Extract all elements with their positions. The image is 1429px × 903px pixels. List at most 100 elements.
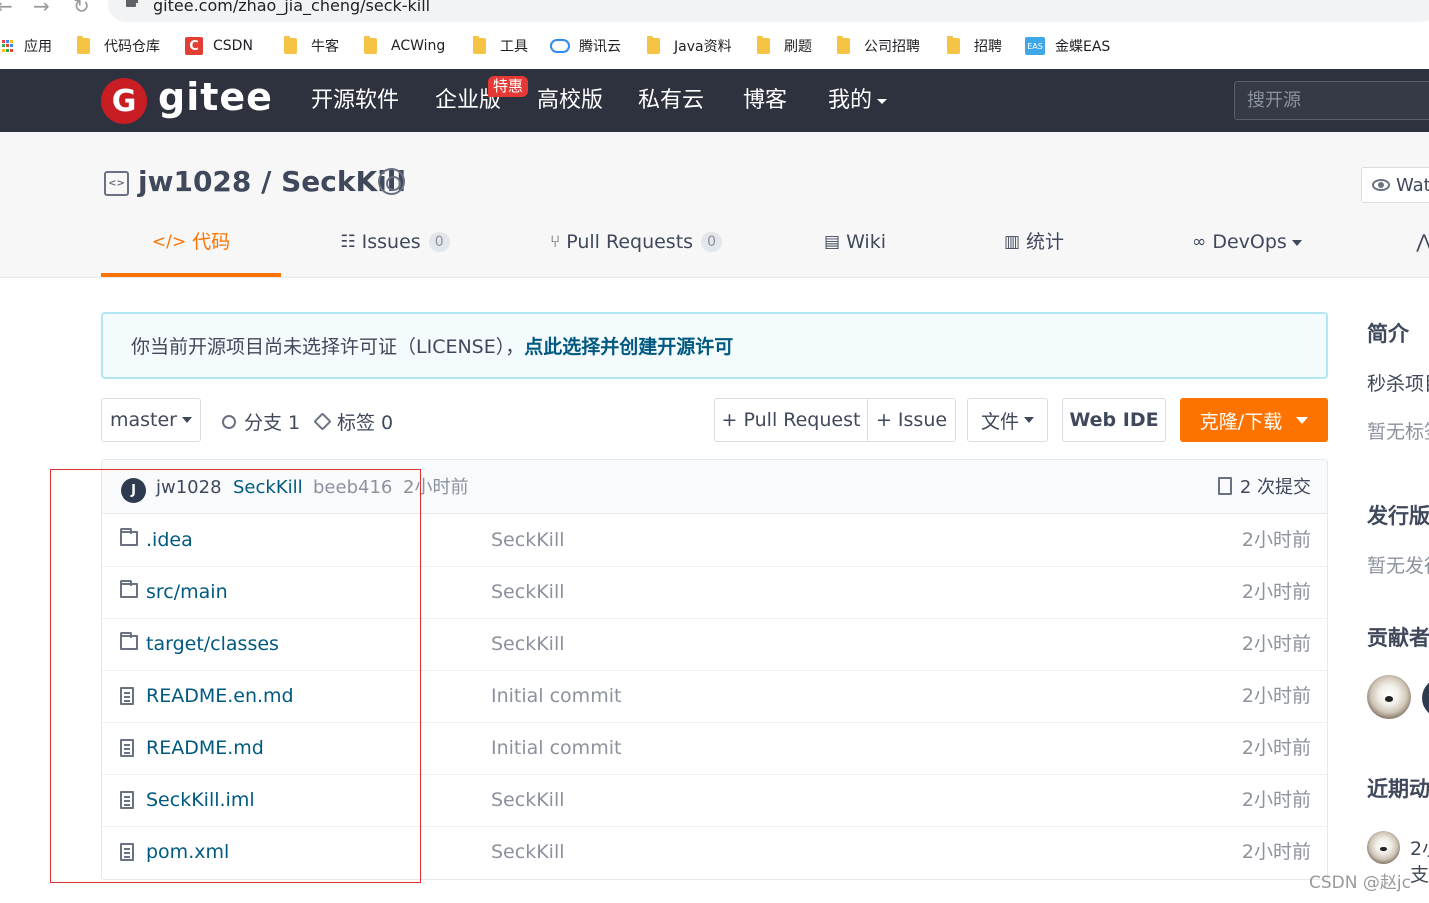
bookmark-nowcoder[interactable]: 牛客: [284, 36, 339, 56]
bookmark-leetcode[interactable]: 刷题: [757, 36, 812, 56]
forward-arrow-icon[interactable]: →: [33, 0, 50, 18]
bookmark-label: Java资料: [674, 39, 732, 55]
nav-private-cloud[interactable]: 私有云: [638, 86, 704, 116]
commits-icon: [1217, 477, 1232, 495]
watermark: CSDN @赵jc: [1309, 873, 1411, 893]
file-commit-message[interactable]: SeckKill: [491, 579, 565, 605]
file-commit-message[interactable]: Initial commit: [491, 735, 621, 761]
cloud-icon: [550, 39, 570, 53]
gitee-logo-text[interactable]: gitee: [158, 75, 273, 119]
folder-icon: [837, 36, 850, 54]
bookmark-company-jobs[interactable]: 公司招聘: [837, 36, 920, 56]
file-commit-message[interactable]: SeckKill: [491, 787, 565, 813]
bookmark-label: 刷题: [784, 39, 812, 55]
clone-download-button[interactable]: 克隆/下载: [1180, 398, 1328, 442]
site-header: G gitee 开源软件 企业版 特惠 高校版 私有云 博客 我的 搜开源: [0, 69, 1429, 132]
tab-wiki[interactable]: ▤ Wiki: [822, 229, 888, 277]
bookmark-label: 招聘: [974, 39, 1002, 55]
watch-label: Wat: [1396, 175, 1429, 196]
release-text: 暂无发行版: [1367, 555, 1429, 577]
reload-icon[interactable]: ↻: [73, 0, 90, 18]
chevron-down-icon: [182, 417, 192, 423]
bookmark-java[interactable]: Java资料: [647, 36, 732, 56]
file-time: 2小时前: [1241, 737, 1311, 759]
nav-blog[interactable]: 博客: [743, 86, 787, 116]
recommend-badge-icon[interactable]: [378, 168, 405, 195]
bookmarks-bar: 应用 代码仓库 C CSDN 牛客 ACWing 工具 腾讯云 Java资料 刷题…: [0, 32, 1429, 62]
eas-icon: EAS: [1025, 37, 1045, 55]
license-notice-text: 你当前开源项目尚未选择许可证（LICENSE），: [131, 336, 525, 358]
chevron-down-icon: [1291, 240, 1302, 246]
bookmark-eas[interactable]: EAS 金蝶EAS: [1025, 36, 1110, 56]
repo-title[interactable]: jw1028 / SeckKill: [138, 165, 406, 199]
bookmark-tools[interactable]: 工具: [473, 36, 528, 56]
watch-button[interactable]: Wat: [1361, 167, 1429, 203]
folder-icon: [77, 36, 90, 54]
file-commit-message[interactable]: Initial commit: [491, 683, 621, 709]
nav-mine[interactable]: 我的: [828, 86, 888, 116]
web-ide-button[interactable]: Web IDE: [1062, 398, 1166, 442]
nav-education[interactable]: 高校版: [537, 86, 603, 116]
bookmark-label: 公司招聘: [864, 39, 920, 55]
file-menu-button[interactable]: 文件: [967, 398, 1048, 442]
tab-label: 统计: [1026, 231, 1065, 253]
new-issue-button[interactable]: + Issue: [867, 398, 956, 442]
tab-label: Wiki: [846, 231, 886, 253]
url-text[interactable]: gitee.com/zhao_jia_cheng/seck-kill: [153, 0, 430, 16]
file-commit-message[interactable]: SeckKill: [491, 527, 565, 553]
tab-code[interactable]: </> 代码: [101, 229, 281, 277]
branch-icon: [222, 414, 236, 429]
bookmark-tencent-cloud[interactable]: 腾讯云: [550, 36, 621, 56]
search-input[interactable]: 搜开源: [1234, 81, 1429, 120]
tags-label: 标签 0: [337, 412, 394, 434]
tab-issues[interactable]: ☷ Issues 0: [340, 229, 450, 277]
pull-request-icon: ⑂: [550, 232, 561, 252]
intro-heading: 简介: [1367, 322, 1409, 346]
file-time: 2小时前: [1241, 789, 1311, 811]
bookmark-label: 金蝶EAS: [1055, 39, 1111, 55]
tab-devops[interactable]: ∞ DevOps: [1186, 229, 1308, 277]
intro-text: 秒杀项目: [1367, 373, 1429, 395]
branches-link[interactable]: 分支 1: [222, 408, 300, 435]
commit-count-link[interactable]: 2 次提交: [1217, 475, 1311, 501]
pr-count-badge: 0: [701, 232, 722, 252]
bookmark-apps[interactable]: 应用: [2, 36, 52, 56]
file-commit-message[interactable]: SeckKill: [491, 839, 565, 865]
file-time: 2小时前: [1241, 581, 1311, 603]
tab-pull-requests[interactable]: ⑂ Pull Requests 0: [550, 229, 722, 277]
tab-stats[interactable]: ▥ 统计: [1001, 229, 1067, 277]
apps-grid-icon: [2, 40, 14, 52]
gitee-logo-icon[interactable]: G: [101, 78, 147, 124]
tab-label: Pull Requests: [566, 231, 694, 253]
folder-icon: [473, 36, 486, 54]
bookmark-csdn[interactable]: C CSDN: [185, 36, 253, 56]
bookmark-label: 腾讯云: [579, 39, 621, 55]
nav-open-source[interactable]: 开源软件: [311, 86, 399, 116]
file-commit-message[interactable]: SeckKill: [491, 631, 565, 657]
back-arrow-icon[interactable]: ←: [0, 0, 13, 18]
bookmark-label: 工具: [500, 39, 528, 55]
bookmark-acwing[interactable]: ACWing: [364, 36, 445, 56]
branches-label: 分支 1: [244, 412, 301, 434]
tags-link[interactable]: 标签 0: [313, 408, 394, 435]
tag-icon: [313, 412, 332, 431]
activity-avatar[interactable]: [1367, 831, 1400, 864]
folder-icon: [364, 36, 377, 54]
create-license-link[interactable]: 点此选择并创建开源许可: [524, 336, 733, 358]
contributor-avatar[interactable]: [1422, 678, 1429, 718]
file-time: 2小时前: [1241, 685, 1311, 707]
code-icon: </>: [151, 232, 187, 252]
bookmark-label: 应用: [24, 39, 52, 55]
bookmark-jobs[interactable]: 招聘: [947, 36, 1002, 56]
tab-more-icon[interactable]: ⋀: [1416, 229, 1429, 277]
new-pull-request-button[interactable]: + Pull Request: [714, 398, 868, 442]
branch-select[interactable]: master: [101, 398, 201, 442]
issues-icon: ☷: [340, 232, 356, 252]
annotation-highlight-box: [50, 469, 421, 883]
contributor-avatar[interactable]: [1367, 675, 1411, 719]
bookmark-code-repo[interactable]: 代码仓库: [77, 36, 160, 56]
no-tags-text: 暂无标签: [1367, 421, 1429, 443]
issues-count-badge: 0: [428, 232, 450, 252]
file-time: 2小时前: [1241, 633, 1311, 655]
devops-icon: ∞: [1192, 232, 1207, 252]
